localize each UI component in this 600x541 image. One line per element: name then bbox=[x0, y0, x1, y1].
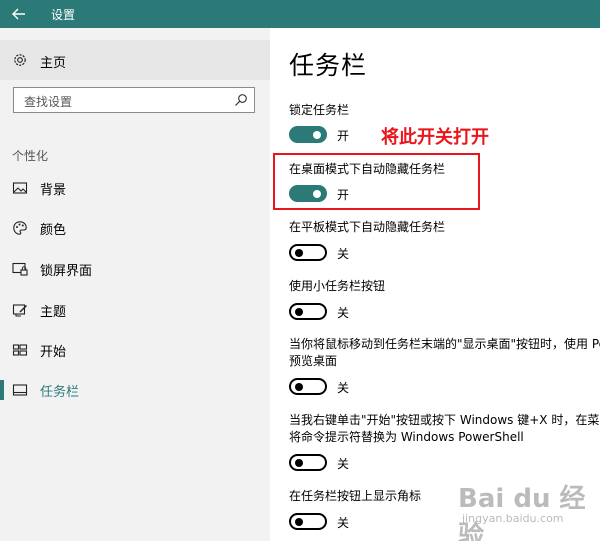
lock-screen-icon bbox=[12, 262, 28, 276]
setting-label: 当你将鼠标移动到任务栏末端的"显示桌面"按钮时，使用 Peek 预览桌面 bbox=[289, 337, 600, 368]
toggle-knob bbox=[295, 517, 303, 526]
toggle-state: 关 bbox=[337, 381, 350, 395]
main-content: 任务栏 锁定任务栏 开 将此开关打开 在桌面模式下自动隐藏任务栏 开 在平板模式… bbox=[270, 28, 600, 541]
sidebar-item-label: 背景 bbox=[40, 183, 67, 198]
peek-toggle[interactable] bbox=[289, 378, 327, 395]
search-icon[interactable] bbox=[234, 93, 248, 107]
auto-hide-desktop-toggle[interactable] bbox=[289, 185, 327, 202]
search-input[interactable]: 查找设置 bbox=[13, 87, 255, 113]
sidebar-item-background[interactable]: 背景 bbox=[0, 173, 270, 203]
watermark-logo: Bai du 经验 bbox=[458, 484, 586, 541]
small-buttons-toggle[interactable] bbox=[289, 303, 327, 320]
toggle-knob bbox=[295, 248, 303, 257]
active-indicator bbox=[0, 380, 4, 400]
theme-icon bbox=[12, 304, 27, 317]
toggle-state: 关 bbox=[337, 247, 350, 261]
annotation-text: 将此开关打开 bbox=[381, 127, 489, 148]
toggle-state: 关 bbox=[337, 457, 350, 471]
sidebar-item-colors[interactable]: 颜色 bbox=[0, 213, 270, 243]
sidebar-item-lock-screen[interactable]: 锁屏界面 bbox=[0, 254, 270, 284]
taskbar-icon bbox=[12, 384, 28, 396]
watermark: Bai du 经验 jingyan.baidu.com bbox=[458, 478, 598, 541]
toggle-knob bbox=[313, 130, 321, 139]
sidebar-item-label: 颜色 bbox=[40, 223, 67, 238]
search-placeholder: 查找设置 bbox=[24, 95, 73, 109]
gear-icon bbox=[14, 54, 26, 66]
setting-label: 在平板模式下自动隐藏任务栏 bbox=[289, 220, 446, 234]
sidebar-item-label: 主页 bbox=[40, 56, 67, 71]
sidebar-item-taskbar[interactable]: 任务栏 bbox=[0, 375, 270, 405]
sidebar-item-start[interactable]: 开始 bbox=[0, 335, 270, 365]
toggle-knob bbox=[313, 189, 321, 198]
toggle-state: 开 bbox=[337, 129, 350, 143]
badges-toggle[interactable] bbox=[289, 513, 327, 530]
section-heading: 个性化 bbox=[12, 149, 49, 163]
palette-icon bbox=[13, 221, 27, 235]
toggle-state: 关 bbox=[337, 306, 350, 320]
setting-label: 使用小任务栏按钮 bbox=[289, 279, 386, 293]
sidebar-item-label: 锁屏界面 bbox=[40, 264, 93, 279]
sidebar-item-themes[interactable]: 主题 bbox=[0, 295, 270, 325]
setting-label: 当我右键单击"开始"按钮或按下 Windows 键+X 时，在菜单中将命令提示符… bbox=[289, 413, 600, 444]
toggle-knob bbox=[295, 307, 303, 316]
sidebar-item-label: 开始 bbox=[40, 345, 67, 360]
watermark-url: jingyan.baidu.com bbox=[462, 512, 564, 525]
page-title: 任务栏 bbox=[289, 51, 368, 80]
powershell-toggle[interactable] bbox=[289, 454, 327, 471]
start-icon bbox=[12, 344, 28, 356]
setting-label: 锁定任务栏 bbox=[289, 103, 350, 117]
back-button[interactable] bbox=[0, 0, 38, 28]
back-arrow-icon bbox=[12, 8, 25, 20]
toggle-knob bbox=[295, 458, 303, 467]
sidebar: 主页 查找设置 个性化 背景 颜色 锁屏界面 主题 开始 任务栏 bbox=[0, 28, 270, 541]
sidebar-item-label: 主题 bbox=[40, 305, 67, 320]
window-title: 设置 bbox=[51, 8, 76, 22]
toggle-state: 开 bbox=[337, 188, 350, 202]
picture-icon bbox=[12, 182, 28, 194]
title-bar: 设置 bbox=[0, 0, 600, 28]
auto-hide-tablet-toggle[interactable] bbox=[289, 244, 327, 261]
sidebar-item-label: 任务栏 bbox=[40, 385, 80, 400]
toggle-state: 关 bbox=[337, 516, 350, 530]
lock-taskbar-toggle[interactable] bbox=[289, 126, 327, 143]
toggle-knob bbox=[295, 382, 303, 391]
sidebar-item-home[interactable]: 主页 bbox=[0, 40, 270, 80]
setting-label: 在桌面模式下自动隐藏任务栏 bbox=[289, 162, 446, 176]
